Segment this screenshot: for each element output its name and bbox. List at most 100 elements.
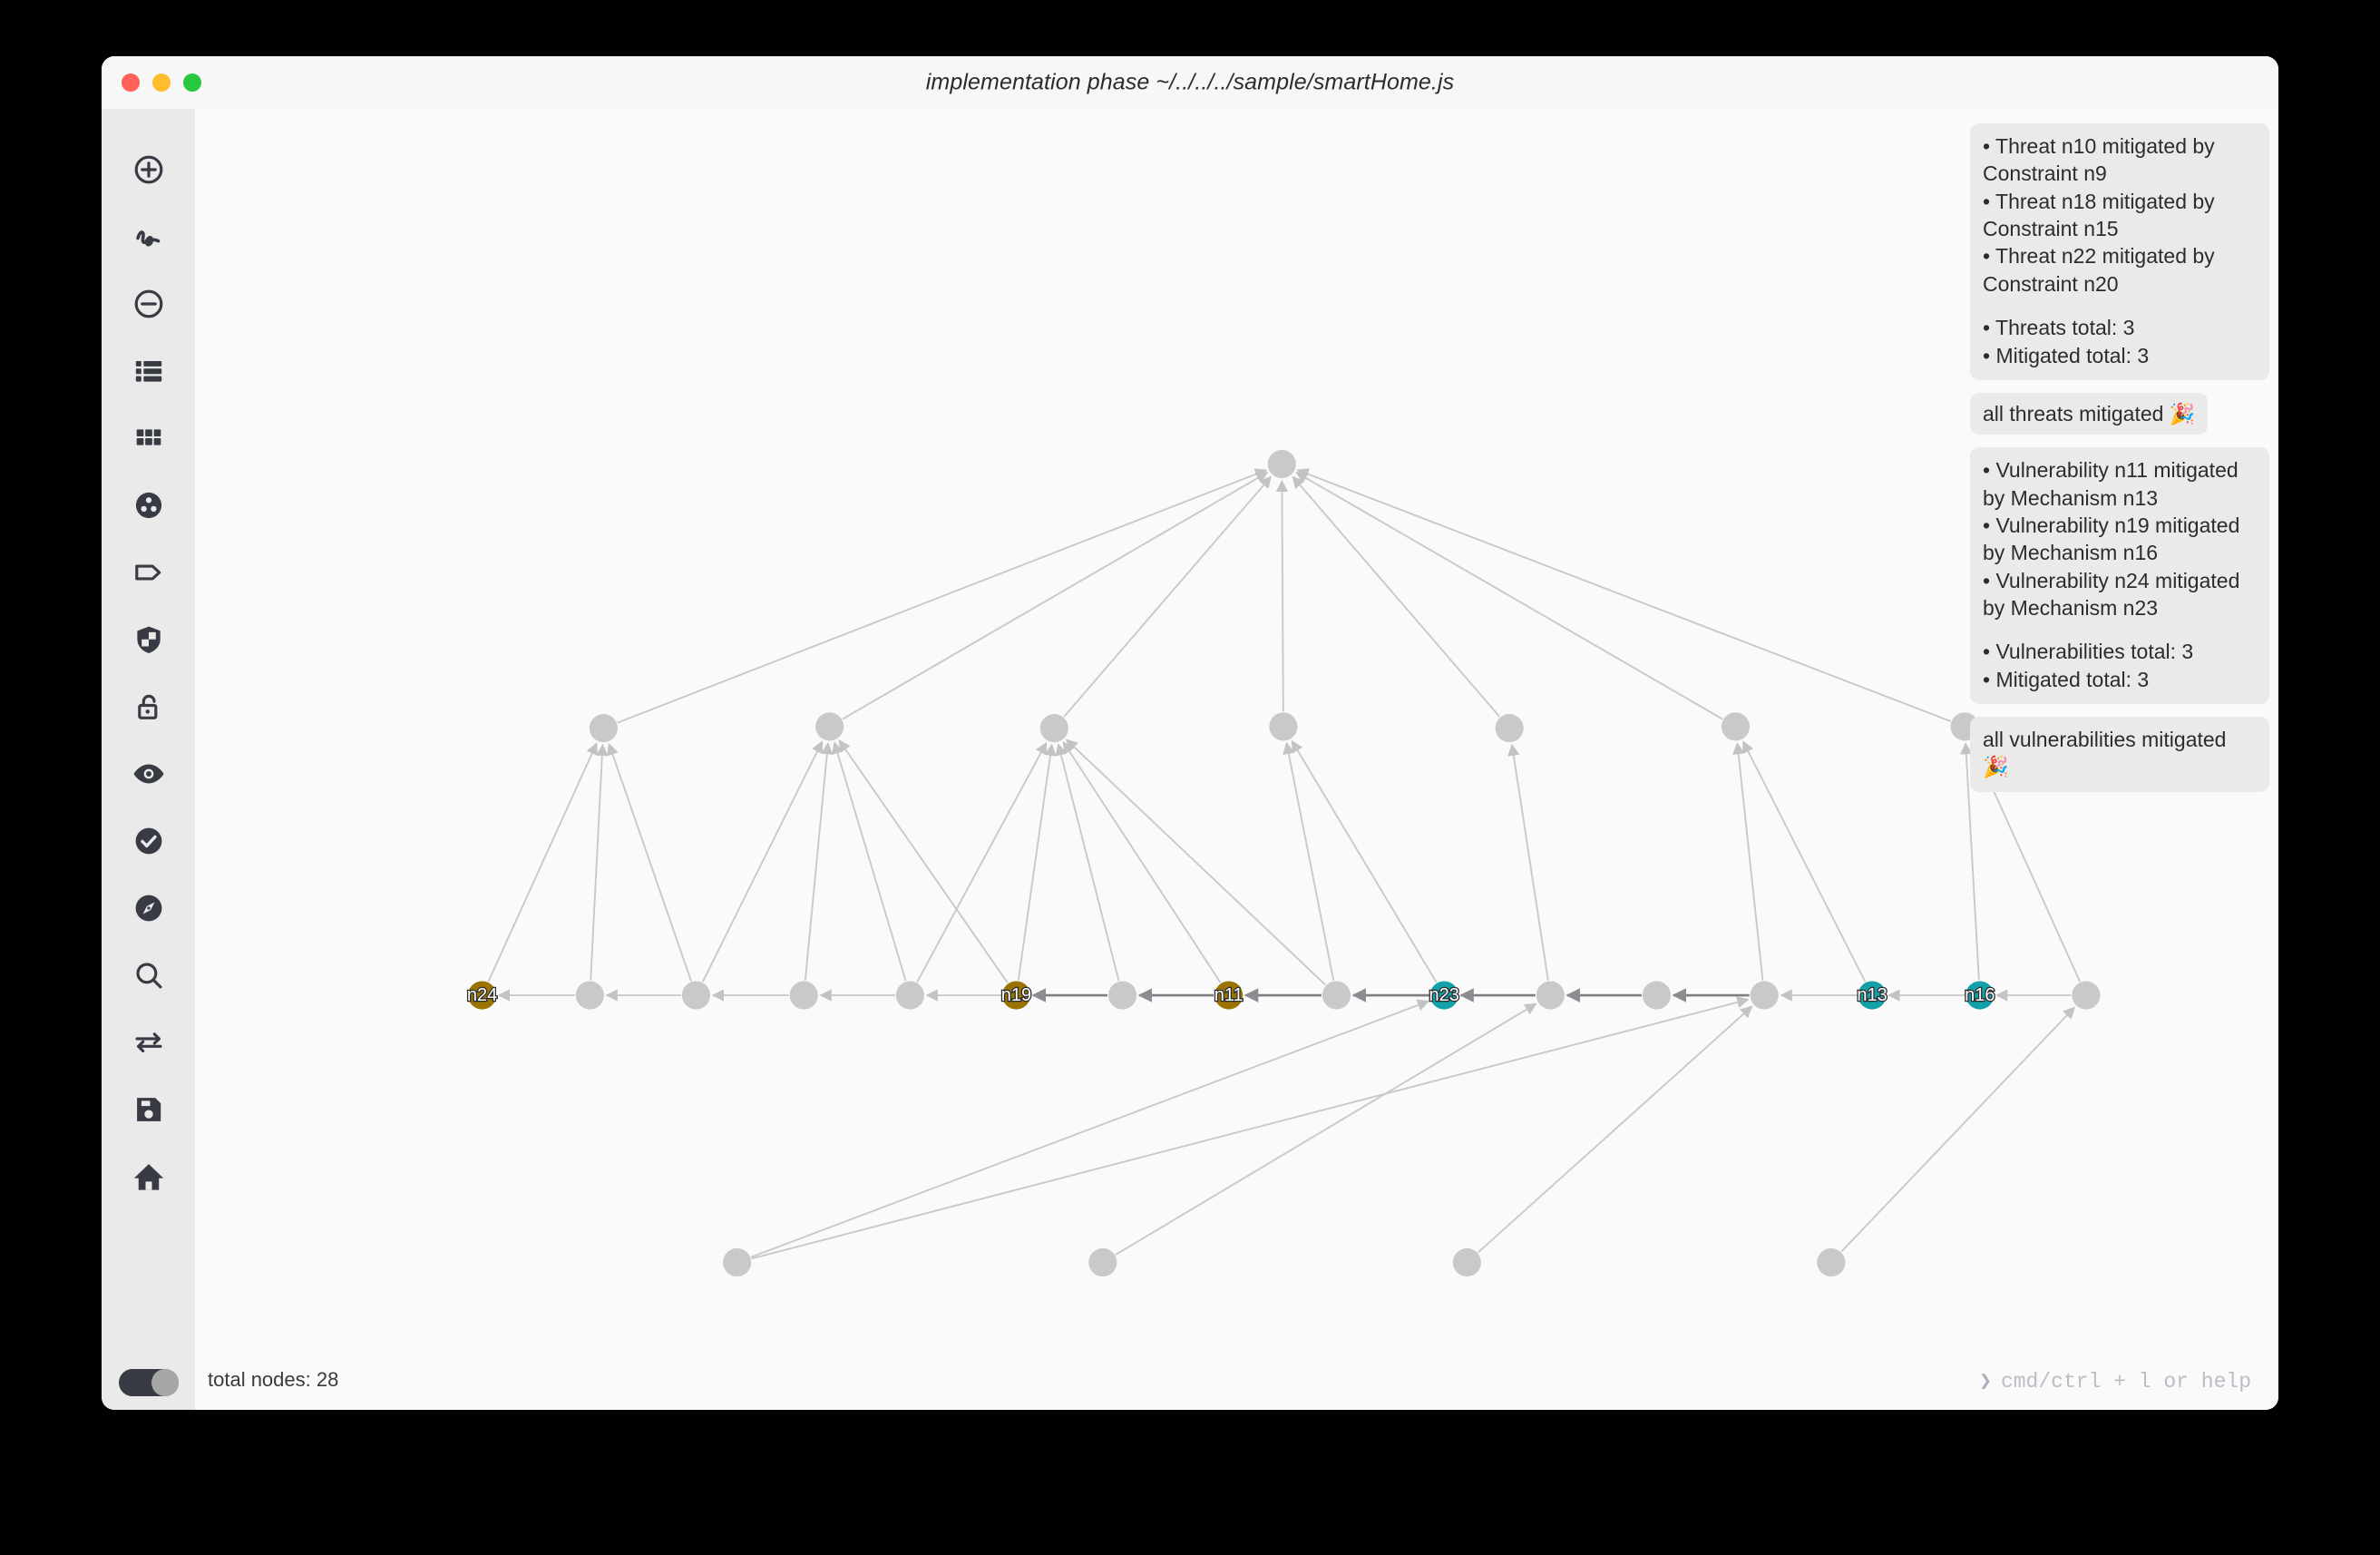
- node-circle[interactable]: [1817, 1247, 1846, 1277]
- graph-edge: [607, 742, 692, 982]
- message-spacer: [1983, 621, 2257, 638]
- message-bubble-threats-report: • Threat n10 mitigated by Constraint n9 …: [1970, 123, 2269, 380]
- remove-node-icon[interactable]: [102, 270, 195, 337]
- graph-node[interactable]: [895, 981, 924, 1010]
- graph-edge: [1065, 738, 1327, 986]
- message-line: • Vulnerability n11 mitigated by Mechani…: [1983, 458, 2239, 510]
- message-line: • Vulnerability n24 mitigated by Mechani…: [1983, 568, 2240, 621]
- node-label: n19: [1001, 985, 1031, 1005]
- graph-node[interactable]: [1452, 1247, 1481, 1277]
- graph-node[interactable]: [1088, 1247, 1117, 1277]
- grid-view-icon[interactable]: [102, 405, 195, 472]
- check-circle-icon[interactable]: [102, 807, 195, 875]
- message-line: • Threat n22 mitigated by Constraint n20: [1983, 244, 2215, 296]
- tag-icon[interactable]: [102, 539, 195, 606]
- node-circle[interactable]: [895, 981, 924, 1010]
- node-circle[interactable]: [1269, 712, 1298, 741]
- graph-edge: [1507, 743, 1549, 981]
- compass-icon[interactable]: [102, 875, 195, 942]
- node-circle[interactable]: [1495, 714, 1524, 743]
- graph-node[interactable]: [1269, 712, 1298, 741]
- graph-svg[interactable]: n24 n19 n11 n23 n13 n16: [195, 109, 2278, 1410]
- message-line: • Mitigated total: 3: [1983, 667, 2150, 691]
- graph-edge: [751, 996, 1750, 1260]
- node-circle[interactable]: [789, 981, 818, 1010]
- graph-node-n19[interactable]: n19: [1000, 981, 1032, 1010]
- graph-edge: [1063, 475, 1272, 718]
- node-label: n11: [1214, 985, 1244, 1005]
- graph-node[interactable]: [1108, 981, 1137, 1010]
- node-label: n16: [1965, 985, 1995, 1005]
- node-circle[interactable]: [681, 981, 711, 1010]
- graph-edge: [1283, 741, 1335, 981]
- graph-node[interactable]: [1721, 712, 1751, 741]
- graph-node[interactable]: [1642, 981, 1672, 1010]
- eye-icon[interactable]: [102, 740, 195, 807]
- node-circle[interactable]: [1039, 714, 1068, 743]
- message-line: • Threats total: 3: [1983, 316, 2135, 340]
- graph-nodes[interactable]: n24 n19 n11 n23 n13 n16: [466, 449, 2101, 1277]
- graph-node[interactable]: [789, 981, 818, 1010]
- graph-node[interactable]: [723, 1247, 752, 1277]
- node-circle[interactable]: [1536, 981, 1565, 1010]
- app-window: implementation phase ~/../../../sample/s…: [102, 56, 2278, 1410]
- graph-edge: [487, 742, 598, 983]
- graph-node-n24[interactable]: n24: [466, 981, 499, 1010]
- node-circle[interactable]: [2072, 981, 2101, 1010]
- node-label: n23: [1429, 985, 1459, 1005]
- graph-node[interactable]: [681, 981, 711, 1010]
- graph-node-n11[interactable]: n11: [1213, 981, 1244, 1010]
- node-circle[interactable]: [1322, 981, 1351, 1010]
- graph-canvas[interactable]: n24 n19 n11 n23 n13 n16 total nodes: 28 ❯ cmd…: [195, 109, 2278, 1410]
- cluster-icon[interactable]: [102, 472, 195, 539]
- graph-node[interactable]: [589, 714, 618, 743]
- graph-node[interactable]: [1750, 981, 1779, 1010]
- node-circle[interactable]: [815, 712, 844, 741]
- graph-node[interactable]: [2072, 981, 2101, 1010]
- node-circle[interactable]: [575, 981, 604, 1010]
- graph-node[interactable]: [1322, 981, 1351, 1010]
- layout-toggle[interactable]: [102, 1355, 195, 1410]
- node-circle[interactable]: [1750, 981, 1779, 1010]
- message-line: • Vulnerabilities total: 3: [1983, 640, 2194, 664]
- node-circle[interactable]: [723, 1247, 752, 1277]
- message-bubble-vulnerabilities-report: • Vulnerability n11 mitigated by Mechani…: [1970, 447, 2269, 705]
- graph-node[interactable]: [1267, 449, 1296, 479]
- save-icon[interactable]: [102, 1076, 195, 1143]
- layout-toggle-track[interactable]: [118, 1369, 179, 1396]
- node-circle[interactable]: [1452, 1247, 1481, 1277]
- graph-node[interactable]: [1817, 1247, 1846, 1277]
- total-nodes-label: total nodes: 28: [208, 1368, 339, 1391]
- graph-node[interactable]: [1536, 981, 1565, 1010]
- swap-icon[interactable]: [102, 1009, 195, 1076]
- shield-icon[interactable]: [102, 606, 195, 673]
- node-circle[interactable]: [589, 714, 618, 743]
- unlock-icon[interactable]: [102, 673, 195, 740]
- graph-node-n16[interactable]: n16: [1964, 981, 1996, 1010]
- node-circle[interactable]: [1267, 449, 1296, 479]
- node-circle[interactable]: [1088, 1247, 1117, 1277]
- graph-node-n13[interactable]: n13: [1856, 981, 1888, 1010]
- graph-node[interactable]: [1495, 714, 1524, 743]
- graph-node[interactable]: [1039, 714, 1068, 743]
- draw-edge-icon[interactable]: [102, 203, 195, 270]
- message-line: • Vulnerability n19 mitigated by Mechani…: [1983, 513, 2240, 565]
- node-label: n24: [467, 985, 497, 1005]
- home-icon[interactable]: [102, 1143, 195, 1210]
- graph-edge: [1478, 1005, 1753, 1254]
- message-line: • Threat n18 mitigated by Constraint n15: [1983, 189, 2215, 241]
- add-node-icon[interactable]: [102, 136, 195, 203]
- node-circle[interactable]: [1642, 981, 1672, 1010]
- message-bubble-threats-done: all threats mitigated 🎉: [1970, 392, 2209, 435]
- graph-edge: [1291, 739, 1438, 983]
- search-icon[interactable]: [102, 942, 195, 1009]
- layout-toggle-knob[interactable]: [151, 1369, 179, 1396]
- graph-node-n23[interactable]: n23: [1428, 981, 1460, 1010]
- graph-node[interactable]: [575, 981, 604, 1010]
- graph-node[interactable]: [815, 712, 844, 741]
- command-hint[interactable]: ❯ cmd/ctrl + l or help: [1979, 1369, 2251, 1394]
- graph-edge: [590, 743, 609, 981]
- node-circle[interactable]: [1108, 981, 1137, 1010]
- node-circle[interactable]: [1721, 712, 1751, 741]
- list-view-icon[interactable]: [102, 337, 195, 405]
